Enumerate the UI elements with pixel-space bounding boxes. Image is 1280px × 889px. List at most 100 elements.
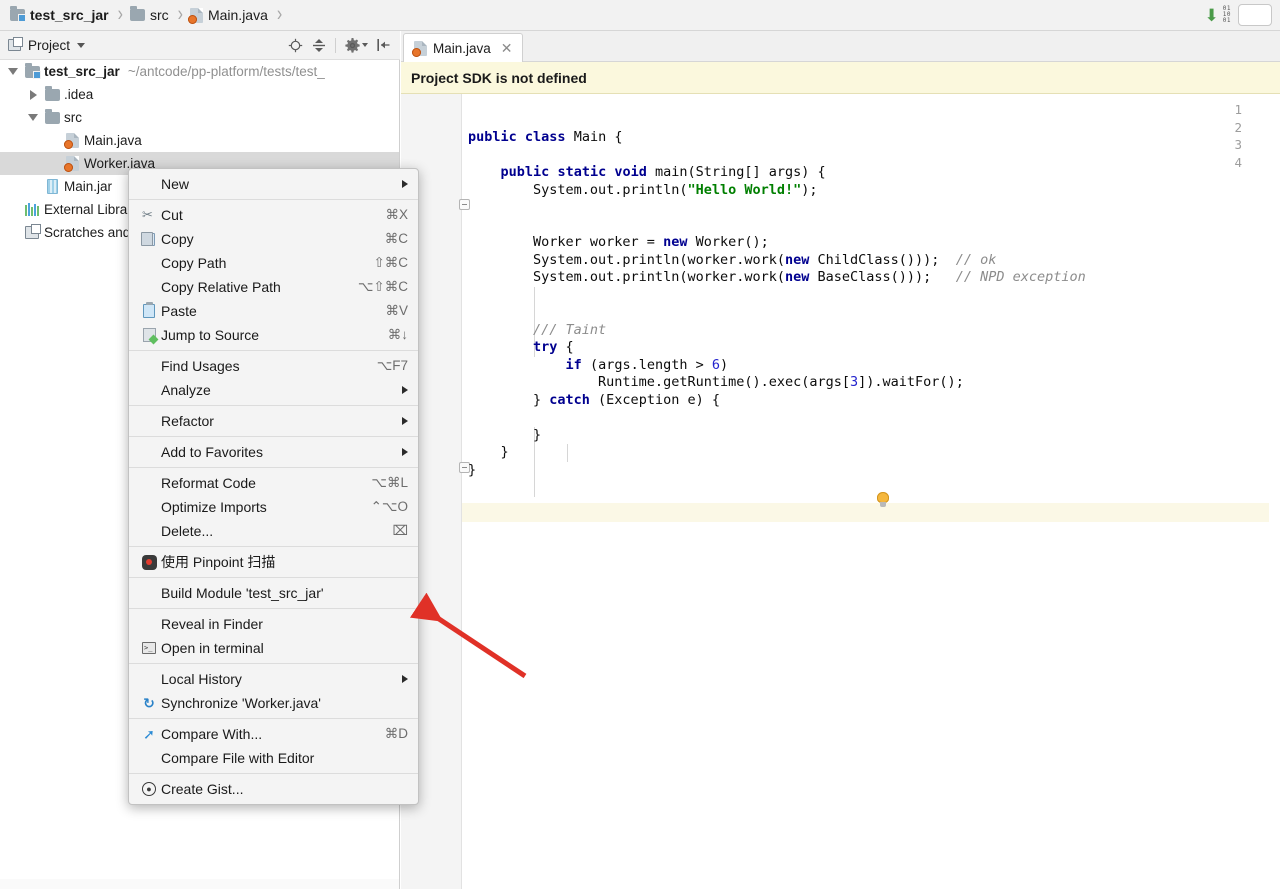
menu-item-shortcut: ⌘X bbox=[385, 207, 408, 222]
breadcrumb: test_src_jar › src › Main.java › ⬇ 01 10… bbox=[0, 0, 1280, 31]
menu-item-shortcut: ⇧⌘C bbox=[373, 255, 408, 270]
locate-file-icon[interactable] bbox=[288, 38, 303, 53]
compare-icon: ➚ bbox=[143, 726, 155, 742]
tree-item-test-src-jar[interactable]: test_src_jar ~/antcode/pp-platform/tests/… bbox=[0, 60, 399, 83]
close-icon[interactable]: ✕ bbox=[501, 40, 513, 57]
pinpoint-icon bbox=[141, 554, 157, 570]
submenu-arrow-icon bbox=[402, 675, 408, 683]
gist-icon: ● bbox=[142, 782, 156, 796]
lightbulb-icon[interactable] bbox=[877, 492, 889, 507]
menu-item-label: Reformat Code bbox=[161, 475, 256, 491]
folder-icon bbox=[129, 6, 145, 21]
editor-vscrollbar[interactable] bbox=[1269, 157, 1280, 889]
breadcrumb-separator: › bbox=[276, 2, 283, 26]
sync-icon: ↻ bbox=[143, 695, 155, 711]
breadcrumb-item-module[interactable]: test_src_jar bbox=[10, 6, 109, 23]
menu-item-build-module-test-src-jar[interactable]: Build Module 'test_src_jar' bbox=[129, 581, 418, 605]
menu-item-label: Cut bbox=[161, 207, 183, 223]
tree-item--idea[interactable]: .idea bbox=[0, 83, 399, 106]
download-arrow-icon[interactable]: ⬇ bbox=[1205, 7, 1219, 24]
menu-separator bbox=[129, 350, 418, 351]
menu-item-label: New bbox=[161, 176, 190, 192]
menu-item-cut[interactable]: ✂ Cut ⌘X bbox=[129, 203, 418, 227]
submenu-arrow-icon bbox=[402, 180, 408, 188]
menu-separator bbox=[129, 546, 418, 547]
menu-item-open-in-terminal[interactable]: >_ Open in terminal bbox=[129, 636, 418, 660]
menu-item-copy[interactable]: Copy ⌘C bbox=[129, 227, 418, 251]
menu-item-label: Copy Relative Path bbox=[161, 279, 281, 295]
search-box-placeholder[interactable] bbox=[1238, 4, 1272, 26]
project-toolwindow-title: Project bbox=[28, 37, 71, 53]
breadcrumb-separator: › bbox=[177, 2, 183, 26]
menu-item-reveal-in-finder[interactable]: Reveal in Finder bbox=[129, 612, 418, 636]
menu-item-compare-file-with-editor[interactable]: Compare File with Editor bbox=[129, 746, 418, 770]
menu-item-label: Paste bbox=[161, 303, 197, 319]
tree-item-label: test_src_jar bbox=[44, 64, 120, 79]
breadcrumb-item-file[interactable]: Main.java bbox=[187, 7, 268, 24]
menu-item-local-history[interactable]: Local History bbox=[129, 667, 418, 691]
toolwindow-actions bbox=[288, 37, 400, 53]
code-editor[interactable]: 1234 public class Main { public static v… bbox=[401, 94, 1280, 889]
menu-separator bbox=[129, 467, 418, 468]
chevron-down-icon[interactable] bbox=[77, 42, 86, 48]
menu-item-synchronize-worker-java[interactable]: ↻ Synchronize 'Worker.java' bbox=[129, 691, 418, 715]
java-file-icon bbox=[63, 133, 79, 149]
tab-main-java[interactable]: Main.java ✕ bbox=[403, 33, 523, 63]
context-menu[interactable]: New ✂ Cut ⌘X Copy ⌘C Copy Path ⇧⌘C Copy Relative… bbox=[128, 168, 419, 805]
menu-item-optimize-imports[interactable]: Optimize Imports ⌃⌥O bbox=[129, 495, 418, 519]
tree-item-label: .idea bbox=[64, 87, 94, 102]
menu-item-label: Add to Favorites bbox=[161, 444, 263, 460]
chevron-down-icon[interactable] bbox=[24, 114, 42, 121]
menu-item-label: Find Usages bbox=[161, 358, 240, 374]
menu-item-shortcut: ⌥⇧⌘C bbox=[357, 279, 408, 294]
menu-item-analyze[interactable]: Analyze bbox=[129, 378, 418, 402]
menu-item-label: Jump to Source bbox=[161, 327, 260, 343]
settings-gear-icon[interactable] bbox=[345, 37, 368, 53]
menu-separator bbox=[129, 718, 418, 719]
menu-separator bbox=[129, 663, 418, 664]
breadcrumb-item-src[interactable]: src bbox=[129, 6, 169, 23]
menu-item-label: Compare With... bbox=[161, 726, 263, 742]
tree-item-main-java[interactable]: Main.java bbox=[0, 129, 399, 152]
breadcrumb-label: src bbox=[149, 7, 169, 23]
hide-panel-icon[interactable] bbox=[377, 38, 391, 52]
tree-item-path: ~/antcode/pp-platform/tests/test_ bbox=[127, 64, 325, 79]
menu-item-label: Synchronize 'Worker.java' bbox=[161, 695, 321, 711]
menu-item-reformat-code[interactable]: Reformat Code ⌥⌘L bbox=[129, 471, 418, 495]
chevron-right-icon[interactable] bbox=[24, 89, 42, 100]
menu-item-shortcut: ⌘D bbox=[384, 726, 408, 741]
menu-item-pinpoint[interactable]: 使用 Pinpoint 扫描 bbox=[129, 550, 418, 574]
project-tree-hscrollbar[interactable] bbox=[0, 879, 399, 889]
menu-separator bbox=[129, 405, 418, 406]
menu-item-copy-path[interactable]: Copy Path ⇧⌘C bbox=[129, 251, 418, 275]
collapse-all-icon[interactable] bbox=[312, 38, 326, 53]
menu-item-shortcut: ⌘V bbox=[385, 303, 408, 318]
menu-item-compare-with[interactable]: ➚ Compare With... ⌘D bbox=[129, 722, 418, 746]
terminal-icon: >_ bbox=[142, 642, 156, 654]
menu-item-new[interactable]: New bbox=[129, 172, 418, 196]
java-file-icon bbox=[63, 156, 79, 172]
menu-item-add-to-favorites[interactable]: Add to Favorites bbox=[129, 440, 418, 464]
copy-icon bbox=[141, 231, 155, 246]
menu-item-shortcut: ⌘C bbox=[384, 231, 408, 246]
tree-item-src[interactable]: src bbox=[0, 106, 399, 129]
menu-item-refactor[interactable]: Refactor bbox=[129, 409, 418, 433]
menu-item-create-gist[interactable]: ● Create Gist... bbox=[129, 777, 418, 801]
menu-item-paste[interactable]: Paste ⌘V bbox=[129, 299, 418, 323]
menu-item-delete[interactable]: Delete... ⌧ bbox=[129, 519, 418, 543]
jump-to-source-icon bbox=[142, 328, 156, 342]
menu-item-jump-to-source[interactable]: Jump to Source ⌘↓ bbox=[129, 323, 418, 347]
menu-separator bbox=[129, 773, 418, 774]
menu-item-label: Compare File with Editor bbox=[161, 750, 315, 766]
folder-icon bbox=[44, 108, 60, 124]
editor-tab-strip: Main.java ✕ bbox=[401, 31, 1280, 63]
menu-separator bbox=[129, 199, 418, 200]
chevron-down-icon[interactable] bbox=[4, 68, 22, 75]
menu-item-find-usages[interactable]: Find Usages ⌥F7 bbox=[129, 354, 418, 378]
menu-separator bbox=[129, 577, 418, 578]
menu-item-copy-relative-path[interactable]: Copy Relative Path ⌥⇧⌘C bbox=[129, 275, 418, 299]
folder-module-icon bbox=[24, 62, 41, 79]
menu-item-shortcut: ⌃⌥O bbox=[370, 499, 408, 514]
menu-item-shortcut: ⌘↓ bbox=[387, 327, 408, 342]
code-text[interactable]: public class Main { public static void m… bbox=[468, 94, 1280, 889]
